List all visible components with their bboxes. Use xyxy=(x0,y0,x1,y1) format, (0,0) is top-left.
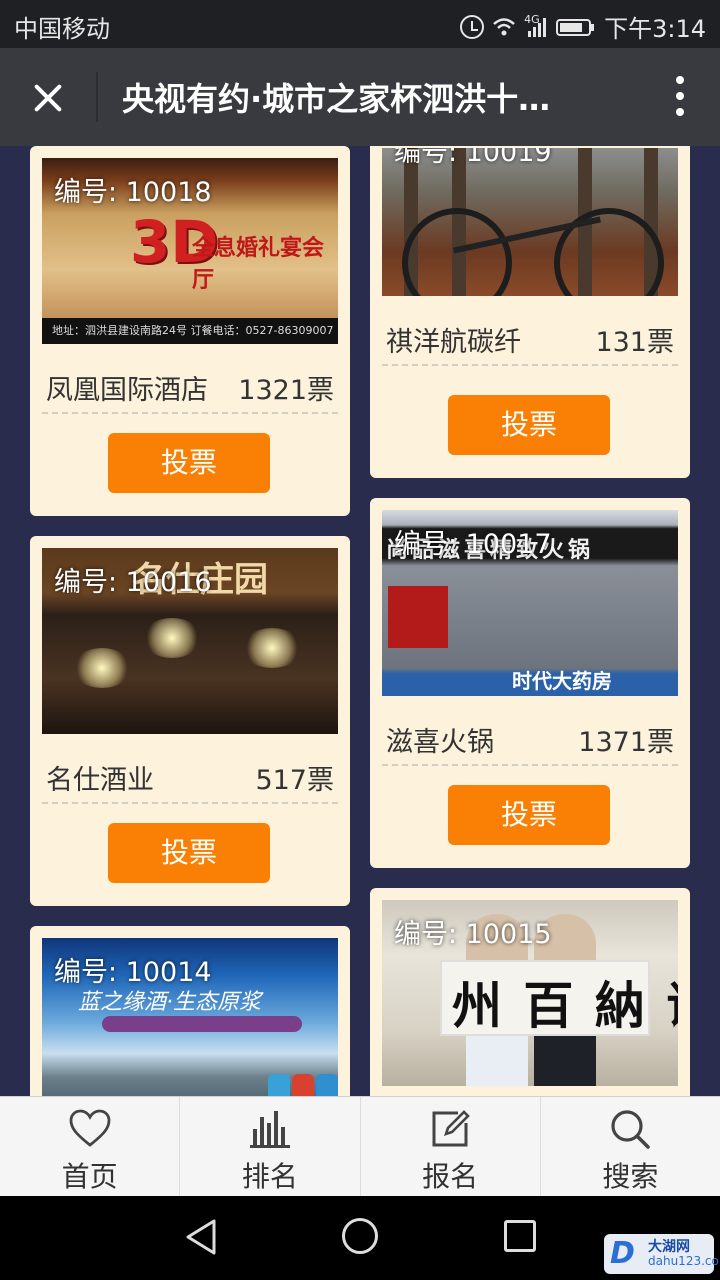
card-divider xyxy=(382,364,678,366)
home-icon[interactable] xyxy=(342,1218,378,1254)
watermark-text: 大湖网 xyxy=(648,1239,690,1255)
entry-photo[interactable]: 尚品滋喜精致火锅 时代大药房 编号: 10017 xyxy=(382,510,678,696)
entry-card-10014[interactable]: 蓝之缘酒·生态原浆 编号: 10014 xyxy=(30,926,350,1096)
entry-card-10016[interactable]: 名仕庄园 编号: 10016 名仕酒业 517票 投票 xyxy=(30,536,350,906)
system-nav-bar: D 大湖网 dahu123.com xyxy=(0,1196,720,1280)
vote-button[interactable]: 投票 xyxy=(448,785,610,845)
status-bar: 中国移动 4G 下午3:14 xyxy=(0,0,720,48)
entry-photo[interactable]: 名仕庄园 编号: 10016 xyxy=(42,548,338,734)
entry-name: 名仕酒业 xyxy=(46,765,154,796)
entry-card-10017[interactable]: 尚品滋喜精致火锅 时代大药房 编号: 10017 滋喜火锅 1371票 投票 xyxy=(370,498,690,868)
page-title: 央视有约·城市之家杯泗洪十… xyxy=(122,80,551,118)
title-bar: 央视有约·城市之家杯泗洪十… xyxy=(0,48,720,146)
entry-id-label: 编号: 10014 xyxy=(54,957,212,988)
entry-name: 祺洋航碳纤 xyxy=(386,327,521,358)
tab-home[interactable]: 首页 xyxy=(0,1097,181,1196)
search-icon xyxy=(611,1110,651,1149)
tab-label: 搜索 xyxy=(602,1160,659,1193)
watermark-url: dahu123.com xyxy=(648,1254,720,1268)
bar-chart-icon xyxy=(249,1111,290,1148)
entry-card-10015[interactable]: 州 百 納 谛 编号: 10015 xyxy=(370,888,690,1096)
carrier-label: 中国移动 xyxy=(14,15,110,43)
tab-ranking[interactable]: 排名 xyxy=(180,1097,361,1196)
heart-icon xyxy=(69,1109,111,1147)
photo-sign-secondary: 全息婚礼宴会厅 xyxy=(192,236,325,293)
battery-icon xyxy=(556,15,596,39)
photo-caption: 地址：泗洪县建设南路24号 订餐电话：0527-86309007 xyxy=(42,318,338,344)
wifi-icon xyxy=(492,15,516,39)
entry-id-label: 编号: 10015 xyxy=(394,919,552,950)
vote-button[interactable]: 投票 xyxy=(108,433,270,493)
card-divider xyxy=(382,764,678,766)
entry-votes: 1371票 xyxy=(578,727,674,758)
recent-apps-icon[interactable] xyxy=(504,1220,536,1252)
entry-id-label: 编号: 10019 xyxy=(394,148,552,168)
edit-icon xyxy=(432,1110,470,1147)
entry-photo[interactable]: 州 百 納 谛 编号: 10015 xyxy=(382,900,678,1086)
entry-card-10019[interactable]: 编号: 10019 祺洋航碳纤 131票 投票 xyxy=(370,146,690,478)
signal-icon: 4G xyxy=(524,12,548,39)
watermark-logo: D 大湖网 dahu123.com xyxy=(604,1234,720,1274)
entry-card-10018[interactable]: 3D 全息婚礼宴会厅 地址：泗洪县建设南路24号 订餐电话：0527-86309… xyxy=(30,146,350,516)
back-icon[interactable] xyxy=(184,1218,220,1256)
entry-votes: 517票 xyxy=(255,765,334,796)
network-type: 4G xyxy=(524,12,540,26)
bottom-tab-bar: 首页 排名 报名 搜索 xyxy=(0,1096,720,1196)
entry-name: 凤凰国际酒店 xyxy=(46,375,208,406)
alarm-icon xyxy=(460,14,485,39)
entry-id-label: 编号: 10016 xyxy=(54,567,212,598)
tab-label: 首页 xyxy=(61,1160,118,1193)
entry-id-label: 编号: 10017 xyxy=(394,529,552,560)
entry-photo[interactable]: 3D 全息婚礼宴会厅 地址：泗洪县建设南路24号 订餐电话：0527-86309… xyxy=(42,158,338,344)
entry-photo[interactable]: 编号: 10019 xyxy=(382,148,678,296)
status-icons: 4G 下午3:14 xyxy=(460,9,706,44)
entry-name: 滋喜火锅 xyxy=(386,727,494,758)
title-divider xyxy=(96,72,98,122)
tab-label: 报名 xyxy=(422,1160,479,1193)
clock: 下午3:14 xyxy=(604,15,706,43)
card-divider xyxy=(42,412,338,414)
entry-votes: 131票 xyxy=(595,327,674,358)
tab-label: 排名 xyxy=(241,1160,298,1193)
photo-sign-secondary: 时代大药房 xyxy=(512,669,612,693)
close-icon[interactable] xyxy=(18,68,78,128)
entries-grid[interactable]: 3D 全息婚礼宴会厅 地址：泗洪县建设南路24号 订餐电话：0527-86309… xyxy=(0,146,720,1096)
tab-register[interactable]: 报名 xyxy=(361,1097,541,1196)
entry-votes: 1321票 xyxy=(238,375,334,406)
photo-sign: 州 百 納 谛 xyxy=(452,977,678,1035)
entry-id-label: 编号: 10018 xyxy=(54,177,212,208)
card-divider xyxy=(42,802,338,804)
entry-photo[interactable]: 蓝之缘酒·生态原浆 编号: 10014 xyxy=(42,938,338,1096)
tab-search[interactable]: 搜索 xyxy=(541,1097,720,1196)
watermark-letter: D xyxy=(610,1236,635,1271)
vote-button[interactable]: 投票 xyxy=(448,395,610,455)
vote-button[interactable]: 投票 xyxy=(108,823,270,883)
more-vert-icon[interactable] xyxy=(670,76,690,120)
